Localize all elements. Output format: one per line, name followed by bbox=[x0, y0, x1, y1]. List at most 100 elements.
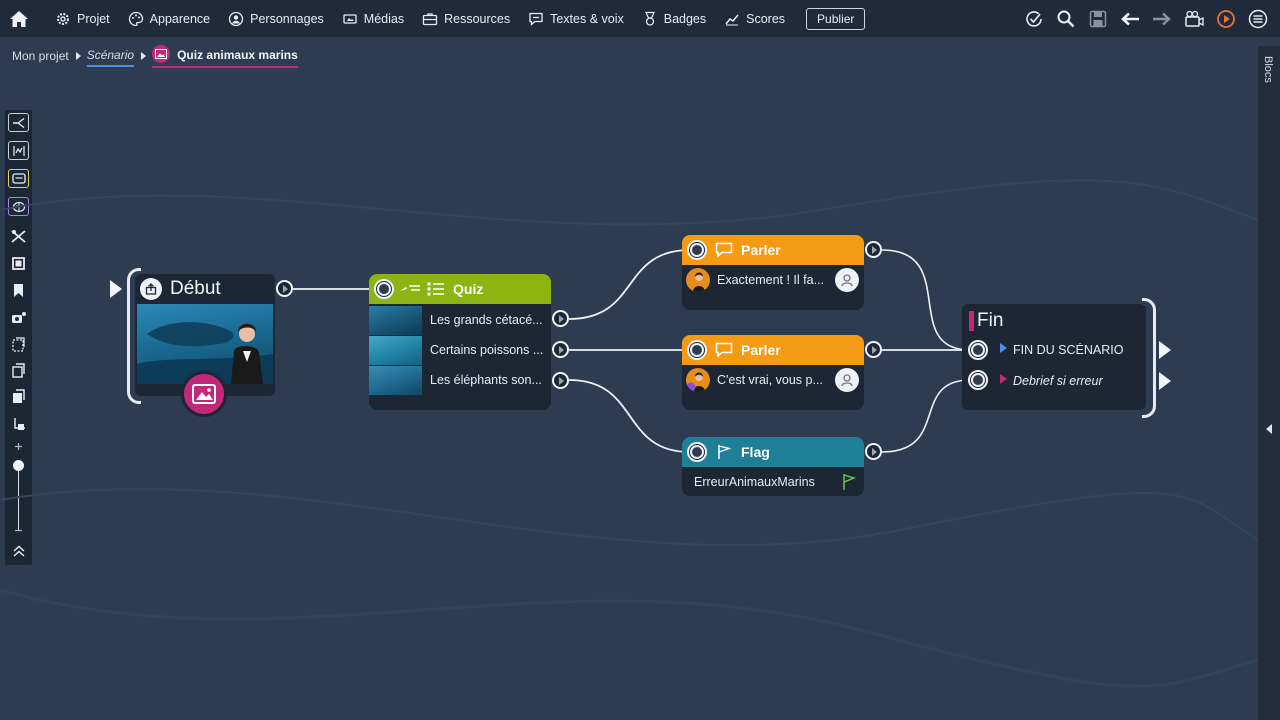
flag-node-title: Flag bbox=[741, 444, 770, 460]
quiz-answer-label: Certains poissons ... bbox=[430, 343, 544, 357]
end-node[interactable]: Fin FIN DU SCÉNARIO Debrief si erreur bbox=[962, 304, 1146, 410]
check-circle-icon bbox=[1026, 10, 1042, 27]
save-icon bbox=[1089, 10, 1107, 27]
start-output-port[interactable] bbox=[276, 280, 293, 297]
palette-icon bbox=[128, 11, 143, 26]
speak-node[interactable]: Parler C'est vrai, vous p... bbox=[682, 335, 864, 410]
end-output-arrow[interactable] bbox=[1159, 372, 1171, 390]
breadcrumb-separator bbox=[141, 52, 147, 60]
quiz-answer-row[interactable]: Les grands cétacé... bbox=[369, 306, 551, 336]
undo-button[interactable] bbox=[1114, 0, 1146, 37]
end-node-title: Fin bbox=[977, 310, 1004, 331]
speak-node[interactable]: Parler Exactement ! Il fa... bbox=[682, 235, 864, 310]
quiz-input-port[interactable] bbox=[374, 279, 394, 299]
quiz-node-title: Quiz bbox=[453, 281, 484, 297]
speak-node-title: Parler bbox=[741, 342, 781, 358]
speak-node-text: Exactement ! Il fa... bbox=[717, 273, 824, 287]
end-output-marker bbox=[1000, 374, 1007, 384]
quiz-edit-icon bbox=[400, 285, 420, 291]
flag-node-header: Flag bbox=[682, 437, 864, 467]
play-circle-icon bbox=[1217, 9, 1235, 28]
briefcase-icon bbox=[422, 12, 438, 25]
end-input-port[interactable] bbox=[968, 370, 988, 390]
arrow-right-icon bbox=[1153, 12, 1171, 25]
speak-output-port[interactable] bbox=[865, 241, 882, 258]
quiz-node[interactable]: Quiz Les grands cétacé... Certains poiss… bbox=[369, 274, 551, 410]
redo-button[interactable] bbox=[1146, 0, 1178, 37]
end-input-port[interactable] bbox=[968, 340, 988, 360]
arrow-left-icon bbox=[1121, 12, 1139, 25]
character-figure bbox=[231, 323, 263, 384]
person-icon bbox=[228, 11, 244, 26]
end-output-label: Debrief si erreur bbox=[1013, 374, 1103, 388]
chart-icon bbox=[725, 14, 739, 25]
flag-output-port[interactable] bbox=[865, 443, 882, 460]
main-menu-button[interactable] bbox=[1242, 0, 1274, 37]
end-node-accent bbox=[969, 311, 974, 331]
publish-button[interactable]: Publier bbox=[806, 7, 866, 30]
menu-label: Personnages bbox=[250, 11, 324, 26]
menu-label: Ressources bbox=[444, 11, 511, 26]
breadcrumb-project[interactable]: Mon projet bbox=[12, 49, 69, 63]
menu-label: Badges bbox=[663, 11, 707, 26]
start-node-title: Début bbox=[170, 278, 221, 299]
menu-label: Scores bbox=[746, 11, 786, 26]
list-icon bbox=[427, 282, 444, 296]
quiz-answer-row[interactable]: Les éléphants son... bbox=[369, 366, 551, 396]
end-output-arrow[interactable] bbox=[1159, 341, 1171, 359]
menu-badges[interactable]: Badges bbox=[633, 0, 715, 37]
breadcrumb-current[interactable]: Quiz animaux marins bbox=[152, 44, 298, 68]
flag-icon bbox=[718, 445, 731, 459]
blocks-panel-tab[interactable]: Blocs bbox=[1258, 46, 1280, 720]
scenario-canvas[interactable]: Début Quiz Les grands cétacé... Certains… bbox=[0, 70, 1258, 720]
media-icon bbox=[343, 13, 357, 24]
play-preview-button[interactable] bbox=[1210, 0, 1242, 37]
menu-apparence[interactable]: Apparence bbox=[119, 0, 219, 37]
video-camera-icon bbox=[1185, 10, 1204, 27]
menu-ressources[interactable]: Ressources bbox=[413, 0, 519, 37]
speech-icon bbox=[529, 12, 543, 26]
quiz-answer-output-port[interactable] bbox=[552, 341, 569, 358]
quiz-answer-output-port[interactable] bbox=[552, 310, 569, 327]
breadcrumb-current-label: Quiz animaux marins bbox=[177, 48, 298, 62]
menu-textes-voix[interactable]: Textes & voix bbox=[519, 0, 633, 37]
image-media-badge[interactable] bbox=[181, 371, 227, 417]
answer-thumbnail bbox=[369, 366, 422, 395]
flag-input-port[interactable] bbox=[687, 442, 707, 462]
breadcrumb-separator bbox=[75, 52, 81, 60]
speak-node-title: Parler bbox=[741, 242, 781, 258]
toolbar-right bbox=[1018, 0, 1274, 37]
image-icon bbox=[152, 44, 171, 63]
speak-node-text: C'est vrai, vous p... bbox=[717, 373, 823, 387]
search-button[interactable] bbox=[1050, 0, 1082, 37]
export-icon bbox=[140, 278, 162, 300]
speak-node-header: Parler bbox=[682, 235, 864, 265]
top-menu-bar: Projet Apparence Personnages Médias Ress… bbox=[0, 0, 1280, 37]
end-output-marker bbox=[1000, 343, 1007, 353]
speak-output-port[interactable] bbox=[865, 341, 882, 358]
menu-scores[interactable]: Scores bbox=[715, 0, 794, 37]
start-play-icon[interactable] bbox=[110, 280, 122, 298]
speak-input-port[interactable] bbox=[687, 340, 707, 360]
hamburger-menu-icon bbox=[1248, 9, 1268, 28]
expand-panel-icon[interactable] bbox=[1266, 424, 1272, 434]
menu-label: Projet bbox=[77, 11, 110, 26]
camera-button[interactable] bbox=[1178, 0, 1210, 37]
character-avatar bbox=[686, 268, 710, 292]
menu-projet[interactable]: Projet bbox=[46, 0, 119, 37]
speak-input-port[interactable] bbox=[687, 240, 707, 260]
home-button[interactable] bbox=[0, 0, 38, 37]
menu-personnages[interactable]: Personnages bbox=[219, 0, 333, 37]
speech-bubble-icon bbox=[715, 342, 733, 358]
flag-node[interactable]: Flag ErreurAnimauxMarins bbox=[682, 437, 864, 496]
quiz-answer-row[interactable]: Certains poissons ... bbox=[369, 336, 551, 366]
quiz-answer-output-port[interactable] bbox=[552, 372, 569, 389]
menu-medias[interactable]: Médias bbox=[333, 0, 413, 37]
breadcrumb-scenario[interactable]: Scénario bbox=[86, 48, 135, 67]
start-node[interactable]: Début bbox=[135, 274, 275, 417]
validate-button[interactable] bbox=[1018, 0, 1050, 37]
green-flag-icon bbox=[843, 474, 856, 490]
speech-bubble-icon bbox=[715, 242, 733, 258]
save-button[interactable] bbox=[1082, 0, 1114, 37]
wire-answer3-flag bbox=[568, 379, 691, 453]
